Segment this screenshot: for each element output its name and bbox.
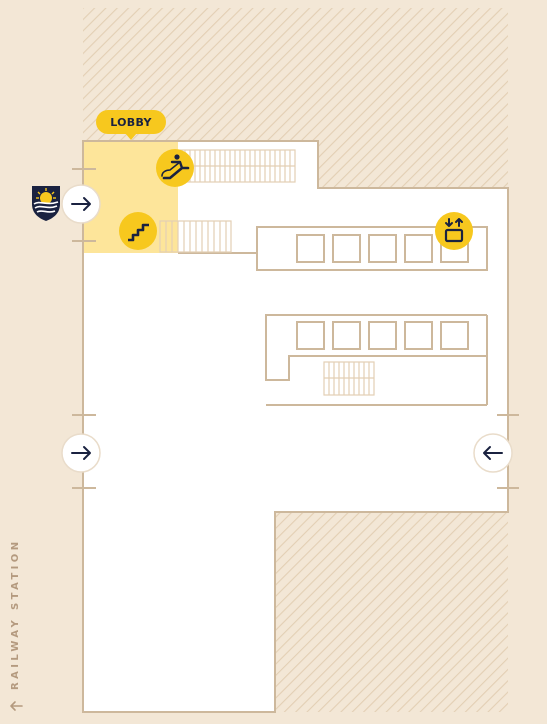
lift-icon[interactable] bbox=[435, 212, 473, 250]
entrance-arrow-right-icon[interactable] bbox=[61, 184, 101, 224]
arrow-left-icon bbox=[10, 701, 23, 711]
lobby-label: LOBBY bbox=[96, 110, 166, 140]
stairs-icon[interactable] bbox=[119, 212, 157, 250]
entrance-arrow-left-icon[interactable] bbox=[473, 433, 513, 473]
railway-station-label: RAILWAY STATION bbox=[10, 538, 21, 690]
entrance-arrow-right-icon[interactable] bbox=[61, 433, 101, 473]
escalator-icon[interactable] bbox=[156, 149, 194, 187]
university-crest-logo bbox=[32, 186, 60, 221]
floor-plan-map bbox=[32, 8, 519, 713]
hatched-area-bottom-right bbox=[275, 512, 508, 712]
